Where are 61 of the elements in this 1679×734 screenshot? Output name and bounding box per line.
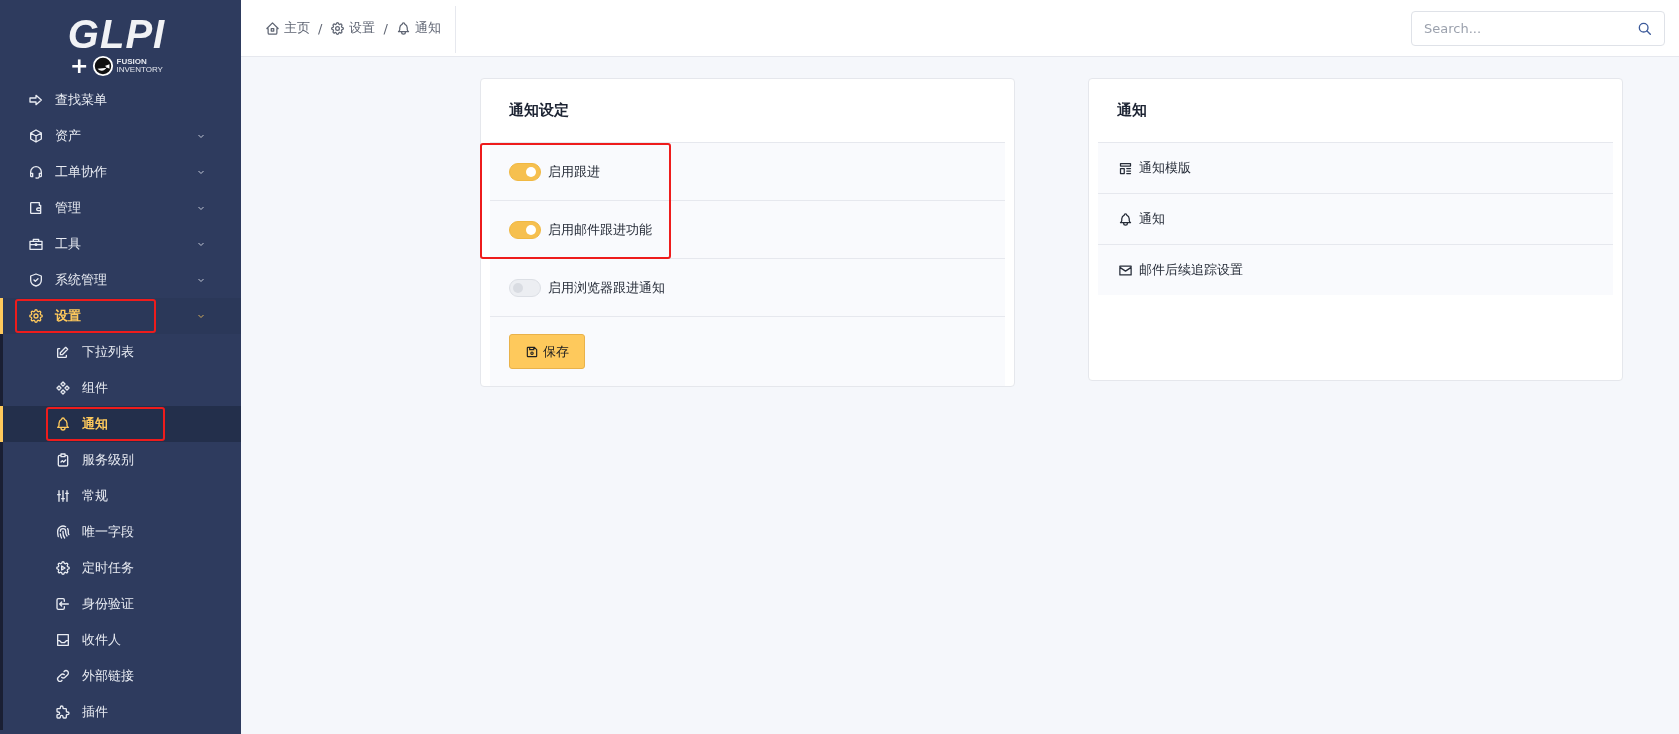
sidebar-item[interactable]: 工单协作	[0, 154, 241, 190]
home-icon	[265, 20, 280, 36]
search-field[interactable]: Search...	[1411, 10, 1665, 46]
toggle-label: 启用跟进	[548, 162, 600, 181]
submenu-item[interactable]: 下拉列表	[3, 334, 241, 370]
sidebar-item[interactable]: 查找菜单	[0, 82, 241, 118]
toggle-switch[interactable]	[509, 220, 541, 239]
breadcrumb-link[interactable]: 主页	[265, 19, 310, 37]
edit-icon	[55, 344, 71, 360]
settings-link[interactable]: 通知模版	[1098, 143, 1613, 193]
settings-icon	[28, 308, 44, 324]
submenu-item[interactable]: 收件人	[3, 622, 241, 658]
toggle-switch[interactable]	[509, 162, 541, 181]
shield-check-icon	[28, 272, 44, 288]
settings-icon	[330, 20, 346, 36]
bell-icon	[395, 20, 411, 36]
box-icon	[28, 128, 44, 144]
sidebar-item[interactable]: 管理	[0, 190, 241, 226]
breadcrumb-separator: /	[383, 20, 388, 36]
bell-icon	[55, 416, 71, 432]
toggle-label: 启用浏览器跟进通知	[548, 278, 665, 297]
submenu-item[interactable]: 唯一字段	[3, 514, 241, 550]
bell-icon	[1118, 211, 1133, 227]
search-icon	[1637, 20, 1653, 37]
clipboard-icon	[55, 452, 71, 468]
sidebar-item[interactable]: 系统管理	[0, 262, 241, 298]
submenu-item[interactable]: 组件	[3, 370, 241, 406]
components-icon	[55, 380, 71, 396]
briefcase-icon	[28, 236, 44, 252]
submenu-item[interactable]: 常规	[3, 478, 241, 514]
submenu-item[interactable]: 服务级别	[3, 442, 241, 478]
sidebar-item[interactable]: 工具	[0, 226, 241, 262]
puzzle-icon	[55, 704, 71, 720]
fingerprint-icon	[55, 524, 71, 540]
mail-icon	[1118, 262, 1133, 278]
headset-icon	[28, 164, 44, 180]
login-icon	[55, 596, 71, 612]
breadcrumb-link[interactable]: 通知	[395, 19, 441, 37]
submenu-item[interactable]: 插件	[3, 694, 241, 730]
settings-link[interactable]: 邮件后续追踪设置	[1098, 244, 1613, 295]
breadcrumb-link[interactable]: 设置	[330, 19, 376, 37]
wallet-icon	[28, 200, 44, 216]
template-icon	[1118, 160, 1133, 176]
sliders-icon	[55, 488, 71, 504]
submenu-item[interactable]: 身份验证	[3, 586, 241, 622]
submenu-item[interactable]: 外部链接	[3, 658, 241, 694]
breadcrumb-separator: /	[318, 20, 323, 36]
save-button[interactable]: 保存	[509, 334, 585, 369]
arrow-right-icon	[28, 92, 44, 108]
toggle-label: 启用邮件跟进功能	[548, 220, 652, 239]
submenu-item[interactable]: 定时任务	[3, 550, 241, 586]
link-icon	[55, 668, 71, 684]
settings-link[interactable]: 通知	[1098, 193, 1613, 244]
submenu-item[interactable]: 通知	[3, 406, 241, 442]
gear-play-icon	[55, 560, 71, 576]
sidebar-item[interactable]: 设置	[0, 298, 241, 334]
inbox-icon	[55, 632, 71, 648]
sidebar-item[interactable]: 资产	[0, 118, 241, 154]
floppy-disk-icon	[525, 344, 539, 359]
toggle-switch[interactable]	[509, 278, 541, 297]
logo-drawing: GLPI + FUSION INVENTORY	[66, 11, 167, 80]
